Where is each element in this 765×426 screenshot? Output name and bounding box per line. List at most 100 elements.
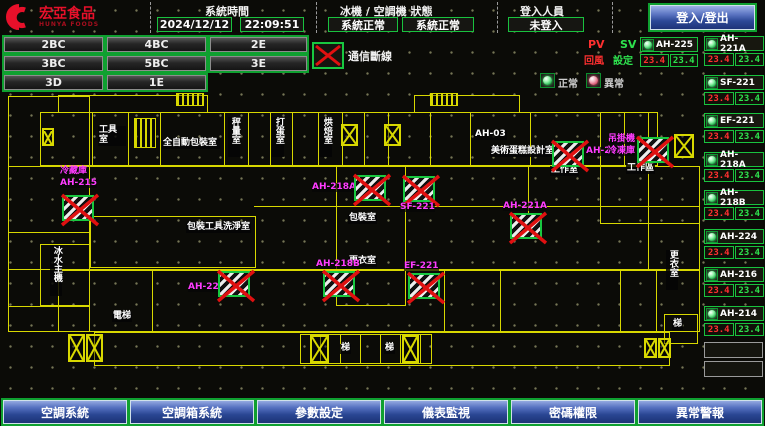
shaft-x-icon (310, 335, 329, 363)
zone-button-5bc[interactable]: 5BC (107, 56, 206, 71)
pv-value: 23.4 (704, 284, 734, 297)
normal-lamp-icon (540, 73, 555, 88)
unit-ah-221a[interactable]: AH-221A (704, 36, 764, 51)
unit-name-label: AH-218A (720, 150, 762, 170)
shaft-x-icon (68, 334, 85, 362)
equipment-tag: 冷藏庫 (60, 167, 87, 176)
equipment-icon-ah-221a[interactable] (510, 213, 542, 239)
header-divider (497, 2, 498, 33)
zone-button-2bc[interactable]: 2BC (4, 37, 103, 52)
brand-subtitle: HUNYA FOODS (39, 21, 99, 28)
shaft-x-icon (86, 334, 103, 362)
room-label: AH-03 (474, 130, 507, 140)
equipment-icon-ef-221[interactable] (408, 273, 440, 299)
nav-ahu-system[interactable]: 空調箱系統 (130, 400, 254, 424)
room-label: 全自動包裝室 (162, 139, 220, 149)
room-label: 包裝室 (348, 214, 377, 224)
sv-value: 23.4 (670, 54, 699, 67)
status-lamp-icon (706, 231, 718, 243)
unit-name-label: EF-221 (720, 116, 755, 126)
nav-password-privileges[interactable]: 密碼權限 (511, 400, 635, 424)
status-lamp-icon (706, 77, 718, 89)
room-label: 梯 (384, 344, 395, 354)
zone-button-2e[interactable]: 2E (210, 37, 307, 52)
sv-desc-label: 設定 (613, 52, 633, 67)
brand-logo: 宏亞食品 HUNYA FOODS (4, 2, 99, 32)
hunya-logo-icon (4, 2, 34, 32)
sv-value: 23.4 (735, 246, 765, 259)
login-logout-button[interactable]: 登入/登出 (650, 5, 755, 30)
equipment-icon-ah-214[interactable] (552, 141, 584, 167)
wall-line (600, 112, 601, 166)
shaft-x-icon (644, 338, 657, 358)
nav-ac-system[interactable]: 空調系統 (3, 400, 127, 424)
wall-line (500, 270, 501, 332)
equipment-icon-ah-215[interactable] (62, 195, 94, 221)
unit-name-label: AH-225 (656, 40, 693, 50)
unit-values: 23.423.4 (704, 130, 764, 143)
sv-label: SV (620, 38, 636, 51)
room-label: 工具室 (98, 126, 126, 146)
stairs-icon (176, 93, 204, 106)
abnormal-label: 異常 (604, 75, 624, 90)
status-lamp-icon (706, 115, 718, 127)
nav-abnormal-alarm[interactable]: 異常警報 (638, 400, 762, 424)
status-lamp-icon (706, 269, 718, 281)
wall-line (648, 166, 649, 270)
zone-button-3e[interactable]: 3E (210, 56, 307, 71)
hmi-screen: 宏亞食品 HUNYA FOODS 系統時間 2024/12/12 22:09:5… (0, 0, 765, 426)
sv-value: 23.4 (735, 284, 765, 297)
brand-name: 宏亞食品 (39, 7, 99, 21)
unit-ef-221[interactable]: EF-221 (704, 113, 764, 128)
equipment-icon-ah-218b[interactable] (323, 271, 355, 297)
status-lamp-icon (706, 38, 718, 50)
room-label: 美術蛋糕設計室 (490, 147, 555, 157)
wall-line (530, 112, 531, 166)
zone-button-3d[interactable]: 3D (4, 75, 103, 90)
header-divider (612, 2, 613, 33)
shaft-x-icon (658, 338, 671, 358)
wall-line (8, 306, 90, 307)
room-label: 電梯 (112, 312, 132, 322)
unit-ah-216[interactable]: AH-216 (704, 267, 764, 282)
stairs-icon (134, 118, 156, 148)
equipment-icon-sf-221[interactable] (403, 176, 435, 202)
equipment-icon-ah-218a[interactable] (354, 175, 386, 201)
zone-button-1e[interactable]: 1E (107, 75, 206, 90)
unit-ah-218b[interactable]: AH-218B (704, 190, 764, 205)
sv-value: 23.4 (735, 323, 765, 336)
unit-sf-221[interactable]: SF-221 (704, 75, 764, 90)
abnormal-lamp-icon (586, 73, 601, 88)
wall-line (254, 206, 700, 207)
unit-ah-225[interactable]: AH-225 (640, 37, 698, 52)
unit-ah-224[interactable]: AH-224 (704, 229, 764, 244)
shaft-x-icon (674, 134, 694, 158)
wall-line (400, 334, 401, 364)
room-label: 秤量室 (228, 117, 240, 157)
room-label: 梯 (672, 320, 683, 330)
shaft-x-icon (402, 335, 419, 363)
nav-meter-monitoring[interactable]: 儀表監視 (384, 400, 508, 424)
zone-button-4bc[interactable]: 4BC (107, 37, 206, 52)
unit-values: 23.423.4 (704, 246, 764, 259)
nav-parameter-settings[interactable]: 參數設定 (257, 400, 381, 424)
unit-values: 23.423.4 (704, 92, 764, 105)
unit-ah-214[interactable]: AH-214 (704, 306, 764, 321)
room-label: 冰水主機 (50, 246, 62, 296)
equipment-tag: 吊掛機 (608, 135, 635, 144)
sv-value: 23.4 (735, 130, 765, 143)
pv-desc-label: 回風 (584, 52, 604, 67)
zone-button-3bc[interactable]: 3BC (4, 56, 103, 71)
equipment-icon-ah-224[interactable] (218, 271, 250, 297)
sv-value: 23.4 (735, 207, 765, 220)
wall-segment (40, 244, 90, 306)
pv-value: 23.4 (704, 323, 734, 336)
equipment-tag: 冷凍庫 (608, 147, 635, 156)
equipment-icon-freezer[interactable] (637, 137, 669, 163)
pv-label: PV (588, 38, 605, 51)
wall-line (160, 112, 161, 166)
pv-value: 23.4 (704, 207, 734, 220)
bottom-nav: 空調系統 空調箱系統 參數設定 儀表監視 密碼權限 異常警報 (0, 398, 765, 426)
unit-ah-218a[interactable]: AH-218A (704, 152, 764, 167)
system-date-value: 2024/12/12 (157, 17, 232, 32)
